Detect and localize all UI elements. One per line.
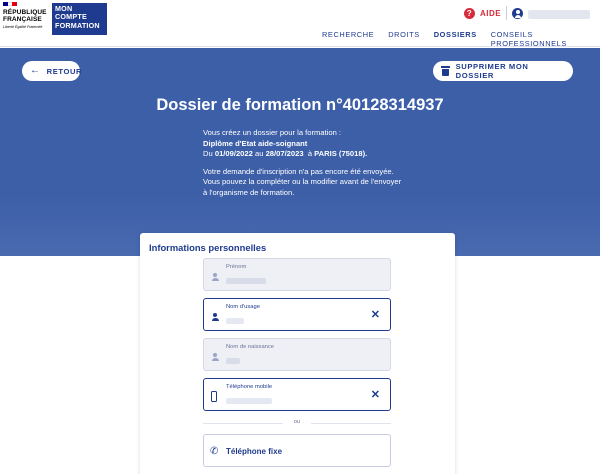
- field-value-redacted: [226, 398, 272, 404]
- nav-dossiers[interactable]: DOSSIERS: [433, 30, 477, 53]
- field-label: Nom d'usage: [226, 304, 260, 310]
- field-label: Téléphone mobile: [226, 384, 273, 390]
- republique-francaise-logo[interactable]: RÉPUBLIQUE FRANÇAISE Liberté Égalité Fra…: [3, 2, 47, 44]
- nav-conseils-professionnels[interactable]: CONSEILS PROFESSIONNELS: [491, 30, 600, 48]
- birth-name-field[interactable]: Nom de naissance: [203, 338, 391, 371]
- flag-icon: [3, 2, 18, 6]
- help-link[interactable]: ? AIDE: [464, 8, 501, 19]
- landline-label: Téléphone fixe: [226, 447, 283, 456]
- help-question-icon: ?: [464, 8, 475, 19]
- delete-label: SUPPRIMER MON DOSSIER: [455, 62, 529, 80]
- notice-text: Votre demande d'inscription n'a pas enco…: [203, 166, 402, 197]
- user-account-icon[interactable]: [512, 8, 523, 19]
- first-name-field[interactable]: Prénom: [203, 258, 391, 291]
- help-label: AIDE: [480, 9, 502, 18]
- location: PARIS (75018).: [314, 149, 368, 158]
- arrow-left-icon: ←: [30, 65, 41, 76]
- trash-icon: [441, 66, 450, 76]
- field-value-redacted: [226, 278, 266, 284]
- nav-droits[interactable]: DROITS: [388, 30, 420, 48]
- rf-motto: Liberté Égalité Fraternité: [3, 25, 43, 29]
- date-from: 01/09/2022: [214, 149, 253, 158]
- mon-compte-formation-logo[interactable]: MON COMPTE FORMATION: [52, 3, 107, 35]
- course-summary: Vous créez un dossier pour la formation …: [203, 128, 403, 160]
- delete-dossier-button[interactable]: SUPPRIMER MON DOSSIER: [433, 61, 573, 81]
- intro-text: Vous créez un dossier pour la formation …: [203, 128, 342, 137]
- mobile-phone-icon: [211, 391, 217, 402]
- phone-handset-icon: ✆: [210, 446, 219, 457]
- or-separator: ou: [203, 419, 391, 427]
- back-label: RETOUR: [46, 66, 83, 76]
- field-value-redacted: [226, 358, 240, 364]
- person-icon: [211, 273, 219, 281]
- field-label: Nom de naissance: [226, 344, 275, 350]
- date-to: 28/07/2023: [265, 149, 304, 158]
- main-nav: RECHERCHE DROITS DOSSIERS CONSEILS PROFE…: [322, 30, 600, 53]
- brand-line-3: FORMATION: [55, 20, 100, 30]
- location-prefix: à: [307, 149, 313, 158]
- back-button[interactable]: ← RETOUR: [22, 61, 83, 81]
- header-divider: [506, 6, 507, 20]
- or-label: ou: [293, 419, 301, 425]
- rf-name-line-1: RÉPUBLIQUE: [3, 9, 47, 16]
- mobile-phone-field[interactable]: Téléphone mobile ✕: [203, 378, 391, 411]
- top-header: RÉPUBLIQUE FRANÇAISE Liberté Égalité Fra…: [0, 0, 600, 53]
- date-mid: au: [254, 149, 264, 158]
- page-title: Dossier de formation n°40128314937: [156, 96, 444, 114]
- user-name-redacted[interactable]: [528, 10, 590, 19]
- landline-phone-field[interactable]: ✆ Téléphone fixe: [203, 434, 391, 467]
- field-value-redacted: [226, 318, 244, 324]
- clear-icon[interactable]: ✕: [371, 390, 380, 401]
- person-icon: [211, 353, 219, 361]
- person-icon: [211, 313, 219, 321]
- usage-name-field[interactable]: Nom d'usage ✕: [203, 298, 391, 331]
- clear-icon[interactable]: ✕: [371, 310, 380, 321]
- nav-recherche[interactable]: RECHERCHE: [322, 30, 374, 48]
- hero-description: Vous créez un dossier pour la formation …: [203, 128, 403, 198]
- section-title: Informations personnelles: [149, 242, 267, 253]
- date-prefix: Du: [203, 149, 213, 158]
- personal-info-card: Informations personnelles Prénom Nom d'u…: [140, 233, 455, 474]
- field-label: Prénom: [226, 264, 247, 270]
- course-name: Diplôme d'Etat aide-soignant: [203, 138, 308, 148]
- rf-name-line-2: FRANÇAISE: [3, 16, 42, 23]
